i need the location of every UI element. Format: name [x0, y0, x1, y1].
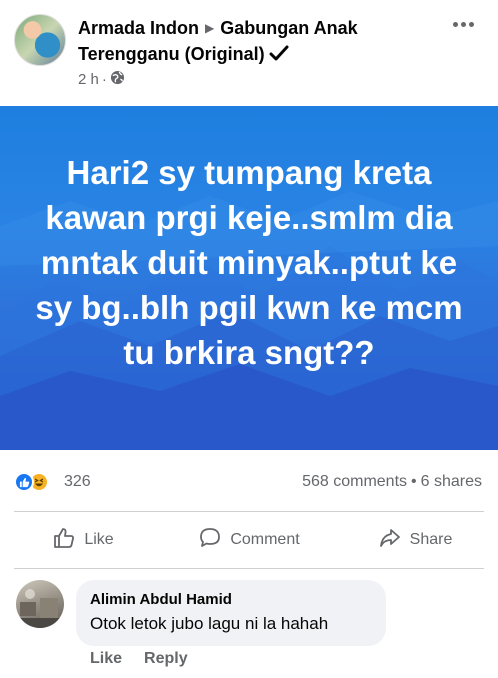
comment-button[interactable]: Comment [166, 514, 332, 566]
post-image[interactable]: Hari2 sy tumpang kreta kawan prgi keje..… [0, 106, 498, 450]
comment-like-button[interactable]: Like [90, 650, 122, 668]
comment-text: Otok letok jubo lagu ni la hahah [90, 614, 329, 633]
comment-item: Alimin Abdul Hamid Otok letok jubo lagu … [0, 574, 498, 674]
arrow-right-icon: ▶ [205, 21, 215, 35]
comment-reply-button[interactable]: Reply [144, 650, 188, 668]
share-button[interactable]: Share [332, 514, 498, 566]
more-options-icon[interactable] [450, 18, 476, 30]
post-actions: Like Comment Share [0, 514, 498, 566]
post-title: Armada Indon ▶ Gabungan Anak Terengganu (O… [78, 16, 438, 66]
comment-actions: Like Reply [90, 650, 188, 668]
reactions-bar: 326 568 comments • 6 shares [0, 464, 498, 500]
like-button[interactable]: Like [0, 514, 166, 566]
group-avatar[interactable] [14, 14, 66, 66]
divider [14, 568, 484, 569]
comment-bubble: Alimin Abdul Hamid Otok letok jubo lagu … [76, 580, 386, 646]
reaction-count[interactable]: 326 [64, 473, 91, 491]
author-name[interactable]: Armada Indon [78, 18, 199, 38]
share-icon [378, 526, 402, 555]
shares-count[interactable]: 6 shares [421, 473, 482, 490]
post-time[interactable]: 2 h [78, 71, 99, 88]
commenter-name[interactable]: Alimin Abdul Hamid [90, 590, 372, 610]
divider [14, 511, 484, 512]
meta-separator: · [101, 71, 107, 88]
post-image-text: Hari2 sy tumpang kreta kawan prgi keje..… [35, 154, 463, 371]
commenter-avatar[interactable] [16, 580, 64, 628]
like-icon [14, 472, 34, 492]
comments-count[interactable]: 568 comments [302, 473, 407, 490]
checkmark-icon [269, 45, 289, 69]
post-header: Armada Indon ▶ Gabungan Anak Terengganu (O… [0, 0, 498, 104]
reaction-icons[interactable] [14, 472, 49, 492]
post-stats: 568 comments • 6 shares [302, 473, 482, 491]
stats-separator: • [411, 473, 417, 490]
like-label: Like [84, 531, 114, 548]
comment-label: Comment [230, 531, 300, 548]
share-label: Share [409, 531, 453, 548]
thumbs-up-icon [52, 526, 76, 555]
globe-icon [110, 70, 125, 89]
post-meta: 2 h · [78, 70, 125, 89]
comment-icon [198, 526, 222, 555]
